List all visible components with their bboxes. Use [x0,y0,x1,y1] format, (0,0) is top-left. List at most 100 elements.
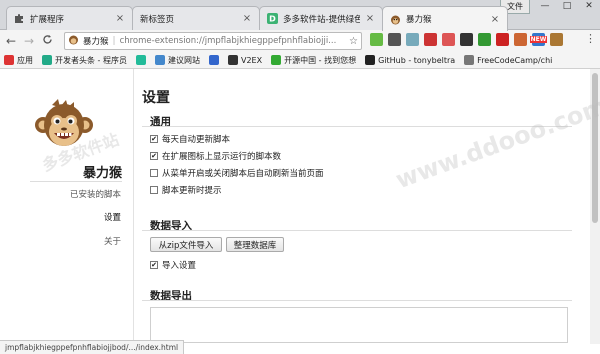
close-icon[interactable]: × [242,13,252,24]
settings-panel: 设置 通用 ✔ 每天自动更新脚本 ✔ 在扩展图标上显示运行的脚本数 从菜单开启或… [142,69,582,344]
bookmark-label: 建议网站 [167,55,200,65]
reload-icon [42,35,52,44]
export-script-list[interactable] [150,307,568,343]
bookmark-label: GitHub - tonybeltra [378,55,456,65]
back-button[interactable]: ← [2,31,20,51]
option-label: 每天自动更新脚本 [162,135,231,145]
bookmarks-bar: 应用 开发者头条 - 程序员 建议网站 V2EX 开源中国 - 找到您想 GitHub -… [0,52,600,69]
page-content: 暴力猴 已安装的脚本 设置 关于 设置 通用 ✔ 每天自动更新脚本 ✔ 在扩展图… [0,69,600,344]
divider [30,181,122,182]
github-icon [365,55,376,65]
svg-text:D: D [269,15,276,24]
tab-ddooo[interactable]: D 多多软件站-提供绿色软 × [259,6,383,30]
separator: | [112,36,116,46]
site-label: 暴力猴 [83,35,109,47]
ext-icon-4[interactable] [424,33,437,46]
option-label: 从菜单开启或关闭脚本后自动刷新当前页面 [162,169,324,179]
divider [142,126,572,127]
option-label: 导入设置 [162,261,197,271]
tab-new-tab[interactable]: 新标签页 × [132,6,260,30]
page-monkey-icon [68,34,79,48]
checkbox[interactable] [150,169,158,177]
minimize-button[interactable]: — [534,0,556,14]
close-icon[interactable]: × [115,13,125,24]
ext-icon-7[interactable] [478,33,491,46]
puzzle-icon [14,13,25,24]
checkbox[interactable] [150,186,158,194]
import-zip-button[interactable]: 从zip文件导入 [150,237,222,252]
ext-icon-3[interactable] [406,33,419,46]
bookmark-item[interactable]: 开源中国 - 找到您想 [271,55,356,66]
dd-site-icon: D [267,13,278,24]
paw-icon [208,55,219,65]
vacuum-db-button[interactable]: 整理数据库 [226,237,284,252]
extension-icons: NEW [370,33,563,46]
close-icon[interactable]: × [365,13,375,24]
ext-icon-1[interactable] [370,33,383,46]
ext-icon-9[interactable] [514,33,527,46]
scrollbar-thumb[interactable] [592,73,598,223]
bookmark-item[interactable]: 应用 [4,55,33,66]
bookmark-item[interactable]: GitHub - tonybeltra [365,55,455,65]
tab-title: 暴力猴 [406,15,432,25]
ext-icon-8[interactable] [496,33,509,46]
tab-violentmonkey[interactable]: 暴力猴 × [382,6,508,31]
ext-icon-5[interactable] [442,33,455,46]
bookmark-item[interactable]: 建议网站 [154,55,200,66]
bookmark-item[interactable]: FreeCodeCamp/chi [464,55,552,65]
maximize-button[interactable]: □ [556,0,578,14]
toolbar: ← → 暴力猴 | chrome-extension://jmpflabjkhi… [0,30,600,52]
divider [142,230,572,231]
violentmonkey-logo [34,99,94,155]
bookmark-item[interactable] [208,55,219,65]
scrollbar[interactable] [590,69,600,344]
bookmark-label: 开源中国 - 找到您想 [284,55,357,65]
close-icon[interactable]: × [490,14,500,25]
menu-button[interactable]: ⋮ [585,32,596,45]
nav-installed-scripts[interactable]: 已安装的脚本 [70,188,121,200]
window-controls: 文件 — □ ✕ [500,0,600,14]
tab-title: 多多软件站-提供绿色软 [283,14,360,25]
nav-settings[interactable]: 设置 [104,211,121,223]
tab-title: 新标签页 [140,14,175,25]
ext-icon-10[interactable]: NEW [529,33,548,46]
ext-icon-11[interactable] [550,33,563,46]
url-text[interactable]: chrome-extension://jmpflabjkhiegppefpnhf… [120,36,345,46]
oschina-icon [271,55,282,65]
suggest-icon [154,55,165,65]
status-bar: jmpflabjkhiegppefpnhflabiojjbod/.../inde… [0,340,185,354]
tab-extensions[interactable]: 扩展程序 × [6,6,133,30]
reload-button[interactable] [38,31,56,51]
brand-name: 暴力猴 [82,166,122,181]
ext-icon-2[interactable] [388,33,401,46]
sidebar: 暴力猴 已安装的脚本 设置 关于 [0,69,134,344]
monkey-icon [390,14,401,25]
option-auto-update[interactable]: ✔ 每天自动更新脚本 [150,133,230,145]
option-show-badge[interactable]: ✔ 在扩展图标上显示运行的脚本数 [150,150,281,162]
nav-about[interactable]: 关于 [104,235,121,247]
forward-button[interactable]: → [20,31,38,51]
checkbox[interactable]: ✔ [150,152,158,160]
close-window-button[interactable]: ✕ [578,0,600,14]
option-update-notify[interactable]: 脚本更新时提示 [150,184,222,196]
apps-icon [4,55,14,65]
star-icon[interactable]: ☆ [349,36,358,47]
bookmark-item[interactable] [135,55,146,65]
new-badge: NEW [529,36,548,43]
divider [142,300,572,301]
tab-strip: 扩展程序 × 新标签页 × D 多多软件站-提供绿色软 × 暴力猴 × 文件 —… [0,0,600,31]
freecodecamp-icon [464,55,475,65]
option-auto-reload[interactable]: 从菜单开启或关闭脚本后自动刷新当前页面 [150,167,324,179]
bookmark-label: 开发者头条 - 程序员 [55,55,127,65]
bookmark-item[interactable]: V2EX [227,55,263,65]
toutiao-icon [42,55,52,65]
option-import-settings[interactable]: ✔ 导入设置 [150,259,196,271]
ext-icon-6[interactable] [460,33,473,46]
address-bar[interactable]: 暴力猴 | chrome-extension://jmpflabjkhiegpp… [64,32,362,50]
bookmark-item[interactable]: 开发者头条 - 程序员 [42,55,127,66]
v2ex-icon [227,55,238,65]
checkbox[interactable]: ✔ [150,135,158,143]
checkbox[interactable]: ✔ [150,261,158,269]
option-label: 脚本更新时提示 [162,186,222,196]
bookmark-label: V2EX [240,55,263,65]
